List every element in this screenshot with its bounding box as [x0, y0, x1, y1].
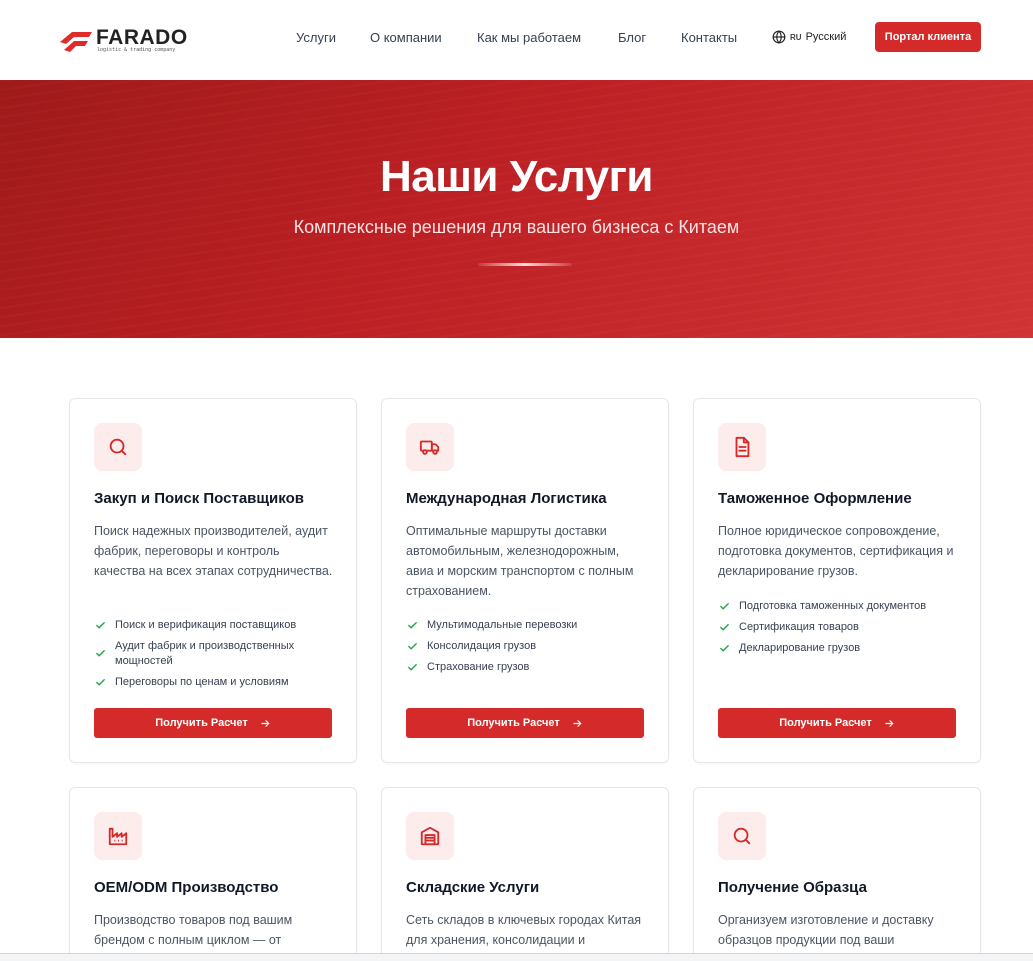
service-description: Полное юридическое сопровождение, подгот…: [718, 524, 954, 578]
arrow-right-icon: [885, 719, 894, 727]
truck-icon: [419, 440, 440, 455]
feature-item: Страхование грузов: [406, 660, 646, 675]
feature-text: Подготовка таможенных документов: [739, 600, 927, 612]
nav-item-services[interactable]: Услуги: [296, 30, 336, 45]
nav-item-contacts[interactable]: Контакты: [681, 30, 737, 45]
service-description: Производство товаров под вашим брендом с…: [94, 913, 293, 947]
service-description: Поиск надежных производителей, аудит фаб…: [94, 524, 333, 578]
get-quote-button[interactable]: Получить Расчет: [406, 708, 644, 738]
service-icon-box: [94, 812, 142, 860]
feature-item: Декларирование грузов: [718, 641, 958, 656]
check-icon: [408, 664, 417, 671]
service-icon-box: [406, 812, 454, 860]
language-label: Русский: [805, 31, 847, 43]
service-description: Оптимальные маршруты доставки автомобиль…: [406, 524, 634, 598]
get-quote-button[interactable]: Получить Расчет: [718, 708, 956, 738]
page-subtitle: Комплексные решения для вашего бизнеса с…: [293, 217, 740, 237]
check-icon: [720, 645, 729, 652]
document-icon: [735, 436, 750, 458]
site-header: FARADO logistic & trading company Услуги…: [0, 0, 1033, 80]
service-card-sample: Получение Образца Организуем изготовлени…: [693, 787, 981, 961]
page-title: Наши Услуги: [380, 152, 653, 201]
check-icon: [720, 624, 729, 631]
check-icon: [720, 603, 729, 610]
warehouse-icon: [420, 826, 440, 846]
feature-item: Поиск и верификация поставщиков: [94, 618, 334, 633]
service-icon-box: [94, 423, 142, 471]
feature-list: Поиск и верификация поставщиков Аудит фа…: [94, 618, 334, 696]
check-icon: [96, 679, 105, 686]
hero-texture: [0, 80, 1033, 338]
nav-item-about[interactable]: О компании: [370, 30, 442, 45]
logo[interactable]: FARADO logistic & trading company: [58, 26, 208, 56]
logo-tagline: logistic & trading company: [97, 47, 176, 53]
feature-item: Переговоры по ценам и условиям: [94, 675, 334, 690]
service-title: Международная Логистика: [406, 490, 607, 507]
feature-text: Мультимодальные перевозки: [427, 619, 578, 631]
get-quote-label: Получить Расчет: [467, 717, 560, 729]
service-description: Организуем изготовление и доставку образ…: [718, 913, 934, 947]
check-icon: [96, 622, 105, 629]
service-title: Таможенное Оформление: [718, 490, 912, 507]
language-code: RU: [790, 32, 802, 42]
check-icon: [408, 643, 417, 650]
language-selector[interactable]: RU Русский: [772, 29, 846, 45]
feature-list: Подготовка таможенных документов Сертифи…: [718, 599, 958, 662]
search-icon: [733, 827, 751, 845]
get-quote-label: Получить Расчет: [779, 717, 872, 729]
get-quote-label: Получить Расчет: [155, 717, 248, 729]
nav-item-how-we-work[interactable]: Как мы работаем: [477, 30, 581, 45]
feature-text: Переговоры по ценам и условиям: [115, 676, 289, 688]
factory-icon: [108, 827, 128, 846]
feature-text: Страхование грузов: [427, 661, 530, 673]
feature-text: Сертификация товаров: [739, 621, 859, 633]
feature-item: Подготовка таможенных документов: [718, 599, 958, 614]
service-card-warehouse: Складские Услуги Сеть складов в ключевых…: [381, 787, 669, 961]
feature-item: Консолидация грузов: [406, 639, 646, 654]
service-description: Сеть складов в ключевых городах Китая дл…: [406, 913, 642, 947]
logo-mark-icon: [60, 32, 92, 52]
feature-list: Мультимодальные перевозки Консолидация г…: [406, 618, 646, 681]
service-icon-box: [718, 812, 766, 860]
service-title: Складские Услуги: [406, 879, 540, 896]
check-icon: [408, 622, 417, 629]
feature-item: Сертификация товаров: [718, 620, 958, 635]
search-icon: [109, 438, 127, 456]
browser-bottom-bar: [0, 953, 1033, 961]
feature-text: Аудит фабрик и производственных мощносте…: [115, 640, 295, 667]
check-icon: [96, 650, 105, 657]
get-quote-button[interactable]: Получить Расчет: [94, 708, 332, 738]
arrow-right-icon: [261, 719, 270, 727]
service-card-procurement: Закуп и Поиск Поставщиков Поиск надежных…: [69, 398, 357, 763]
service-card-oem: OEM/ODM Производство Производство товаро…: [69, 787, 357, 961]
hero-banner: Наши Услуги Комплексные решения для ваше…: [0, 80, 1033, 338]
arrow-right-icon: [573, 719, 582, 727]
client-portal-button[interactable]: Портал клиента: [875, 22, 981, 52]
feature-text: Поиск и верификация поставщиков: [115, 619, 297, 631]
nav-item-blog[interactable]: Блог: [618, 30, 646, 45]
service-title: Получение Образца: [718, 879, 867, 896]
globe-icon: [772, 30, 786, 44]
service-card-logistics: Международная Логистика Оптимальные марш…: [381, 398, 669, 763]
service-title: OEM/ODM Производство: [94, 879, 279, 896]
feature-item: Мультимодальные перевозки: [406, 618, 646, 633]
feature-item: Аудит фабрик и производственных мощносте…: [94, 639, 334, 669]
service-icon-box: [718, 423, 766, 471]
hero-divider: [478, 263, 572, 266]
feature-text: Консолидация грузов: [427, 640, 537, 652]
service-icon-box: [406, 423, 454, 471]
feature-text: Декларирование грузов: [739, 642, 861, 654]
service-card-customs: Таможенное Оформление Полное юридическое…: [693, 398, 981, 763]
service-title: Закуп и Поиск Поставщиков: [94, 490, 304, 507]
